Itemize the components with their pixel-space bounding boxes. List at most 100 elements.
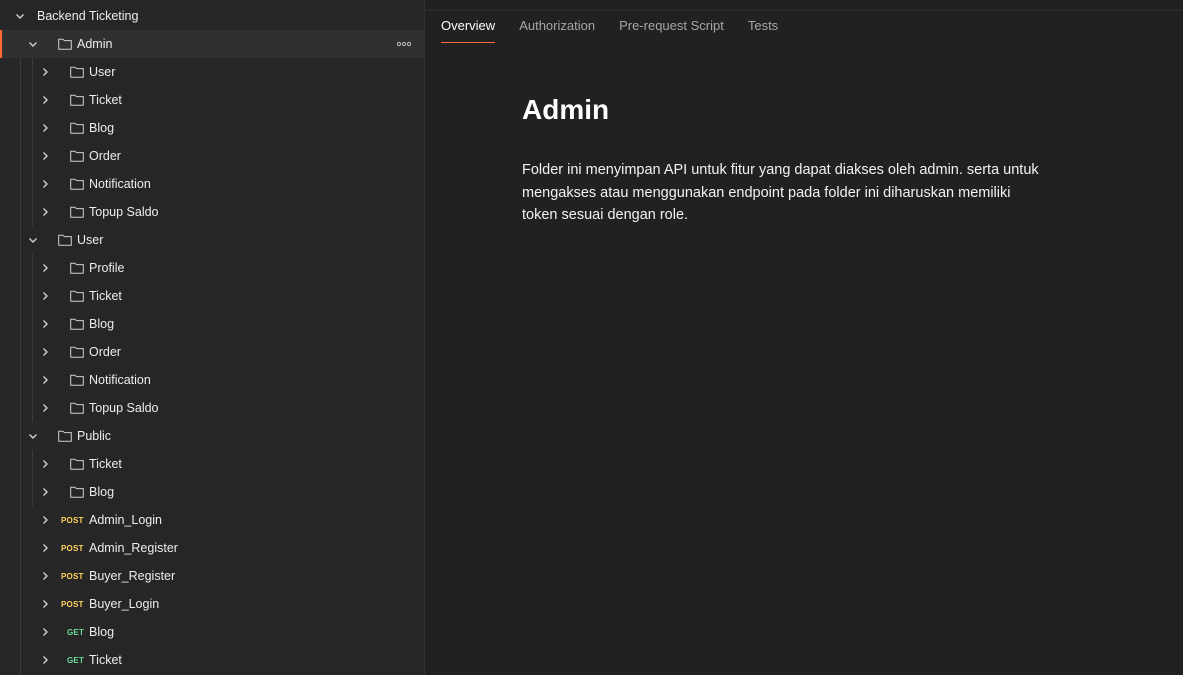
- folder-icon: [70, 150, 84, 162]
- folder-overview-panel: Overview Authorization Pre-request Scrip…: [425, 0, 1183, 675]
- chevron-right-icon[interactable]: [39, 94, 51, 106]
- tree-guide-line: [32, 450, 33, 506]
- chevron-right-icon[interactable]: [39, 654, 51, 666]
- request-item-blog[interactable]: GET Blog: [0, 618, 424, 646]
- chevron-right-icon[interactable]: [39, 514, 51, 526]
- tree-item-label: Buyer_Login: [89, 597, 160, 611]
- folder-tabs: Overview Authorization Pre-request Scrip…: [441, 10, 802, 44]
- tree-item-label: Blog: [89, 485, 115, 499]
- folder-item-notification[interactable]: Notification: [0, 170, 424, 198]
- tree-item-label: Admin_Login: [89, 513, 162, 527]
- folder-icon: [70, 206, 84, 218]
- http-method-badge: POST: [61, 516, 84, 525]
- tree-item-label: Blog: [89, 317, 115, 331]
- http-method-badge: GET: [67, 628, 85, 637]
- folder-icon: [70, 346, 84, 358]
- folder-icon: [70, 66, 84, 78]
- chevron-right-icon[interactable]: [39, 542, 51, 554]
- tree-item-label: Blog: [89, 121, 115, 135]
- chevron-right-icon[interactable]: [39, 402, 51, 414]
- tab-authorization[interactable]: Authorization: [519, 10, 595, 44]
- chevron-right-icon[interactable]: [39, 374, 51, 386]
- folder-icon: [58, 430, 72, 442]
- tree-item-label: Ticket: [89, 457, 122, 471]
- chevron-right-icon[interactable]: [39, 178, 51, 190]
- chevron-right-icon[interactable]: [39, 626, 51, 638]
- folder-item-blog[interactable]: Blog: [0, 478, 424, 506]
- folder-icon: [70, 458, 84, 470]
- chevron-right-icon[interactable]: [39, 122, 51, 134]
- chevron-right-icon[interactable]: [39, 458, 51, 470]
- folder-item-ticket[interactable]: Ticket: [0, 86, 424, 114]
- tree-guide-line: [32, 58, 33, 226]
- collection-root[interactable]: Backend Ticketing: [0, 2, 424, 30]
- folder-item-user[interactable]: User: [0, 226, 424, 254]
- chevron-down-icon[interactable]: [14, 10, 26, 22]
- chevron-down-icon[interactable]: [27, 430, 39, 442]
- folder-icon: [70, 178, 84, 190]
- collection-title: Backend Ticketing: [37, 9, 139, 23]
- folder-icon: [70, 122, 84, 134]
- tree-item-label: Ticket: [89, 93, 122, 107]
- folder-item-ticket[interactable]: Ticket: [0, 450, 424, 478]
- tree-item-label: Order: [89, 345, 121, 359]
- folder-icon: [70, 290, 84, 302]
- chevron-right-icon[interactable]: [39, 598, 51, 610]
- request-item-admin-login[interactable]: POST Admin_Login: [0, 506, 424, 534]
- tree-item-label: Admin: [77, 37, 113, 51]
- chevron-down-icon[interactable]: [27, 234, 39, 246]
- folder-item-order[interactable]: Order: [0, 142, 424, 170]
- collection-sidebar: Backend Ticketing Admin User Ticket Blog Ord…: [0, 0, 425, 675]
- folder-icon: [70, 262, 84, 274]
- ellipsis-icon[interactable]: [395, 37, 413, 51]
- chevron-right-icon[interactable]: [39, 346, 51, 358]
- folder-item-blog[interactable]: Blog: [0, 114, 424, 142]
- tab-overview[interactable]: Overview: [441, 10, 496, 44]
- folder-icon: [58, 38, 72, 50]
- folder-icon: [70, 402, 84, 414]
- tree-item-label: Ticket: [89, 289, 122, 303]
- folder-item-ticket[interactable]: Ticket: [0, 282, 424, 310]
- folder-icon: [70, 374, 84, 386]
- chevron-right-icon[interactable]: [39, 206, 51, 218]
- chevron-right-icon[interactable]: [39, 486, 51, 498]
- folder-item-profile[interactable]: Profile: [0, 254, 424, 282]
- folder-icon: [70, 318, 84, 330]
- tree-item-label: Buyer_Register: [89, 569, 176, 583]
- folder-description: Folder ini menyimpan API untuk fitur yan…: [522, 162, 1039, 223]
- http-method-badge: POST: [61, 572, 84, 581]
- tab-pre-request-script[interactable]: Pre-request Script: [619, 10, 724, 44]
- folder-item-topup-saldo[interactable]: Topup Saldo: [0, 394, 424, 422]
- chevron-down-icon[interactable]: [27, 38, 39, 50]
- request-item-ticket[interactable]: GET Ticket: [0, 646, 424, 674]
- chevron-right-icon[interactable]: [39, 318, 51, 330]
- tree-item-label: Admin_Register: [89, 541, 178, 555]
- folder-item-user[interactable]: User: [0, 58, 424, 86]
- request-item-admin-register[interactable]: POST Admin_Register: [0, 534, 424, 562]
- folder-item-topup-saldo[interactable]: Topup Saldo: [0, 198, 424, 226]
- chevron-right-icon[interactable]: [39, 262, 51, 274]
- tree-item-label: User: [77, 233, 104, 247]
- folder-icon: [70, 94, 84, 106]
- chevron-right-icon[interactable]: [39, 290, 51, 302]
- tree-item-label: Public: [77, 429, 112, 443]
- page-title: Admin: [522, 94, 610, 125]
- folder-item-admin[interactable]: Admin: [0, 30, 424, 58]
- folder-item-public[interactable]: Public: [0, 422, 424, 450]
- http-method-badge: GET: [67, 656, 85, 665]
- chevron-right-icon[interactable]: [39, 150, 51, 162]
- folder-item-notification[interactable]: Notification: [0, 366, 424, 394]
- chevron-right-icon[interactable]: [39, 66, 51, 78]
- tab-tests[interactable]: Tests: [748, 10, 778, 44]
- http-method-badge: POST: [61, 544, 84, 553]
- tree-item-label: Ticket: [89, 653, 122, 667]
- tree-item-label: Notification: [89, 373, 151, 387]
- tree-item-label: Profile: [89, 261, 125, 275]
- request-item-buyer-register[interactable]: POST Buyer_Register: [0, 562, 424, 590]
- chevron-right-icon[interactable]: [39, 570, 51, 582]
- folder-item-order[interactable]: Order: [0, 338, 424, 366]
- request-item-buyer-login[interactable]: POST Buyer_Login: [0, 590, 424, 618]
- tree-item-label: User: [89, 65, 116, 79]
- folder-item-blog[interactable]: Blog: [0, 310, 424, 338]
- tree-item-label: Blog: [89, 625, 115, 639]
